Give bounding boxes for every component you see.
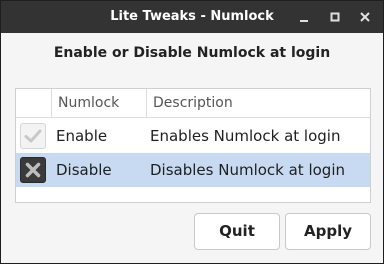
quit-button[interactable]: Quit: [194, 213, 280, 250]
titlebar[interactable]: Lite Tweaks - Numlock: [1, 1, 383, 33]
row-name: Enable: [56, 127, 108, 145]
column-header-numlock[interactable]: Numlock: [52, 89, 147, 117]
apply-button[interactable]: Apply: [285, 213, 371, 250]
list-row-enable[interactable]: Enable Enables Numlock at login: [16, 119, 370, 153]
check-icon: [20, 123, 46, 149]
list-row-disable[interactable]: Disable Disables Numlock at login: [16, 153, 370, 187]
maximize-icon[interactable]: [325, 7, 345, 27]
close-icon[interactable]: [355, 7, 375, 27]
row-description: Enables Numlock at login: [150, 127, 341, 145]
app-window: Lite Tweaks - Numlock Enable or Disable …: [0, 0, 384, 264]
column-header-description[interactable]: Description: [147, 89, 370, 117]
list-header: Numlock Description: [16, 89, 370, 118]
minimize-icon[interactable]: [294, 7, 314, 27]
row-description: Disables Numlock at login: [150, 161, 345, 179]
numlock-list[interactable]: Numlock Description Enable Enables Numlo…: [15, 88, 371, 203]
x-icon: [20, 157, 46, 183]
column-header-icon[interactable]: [16, 89, 52, 117]
page-heading: Enable or Disable Numlock at login: [53, 45, 331, 61]
row-name: Disable: [56, 161, 112, 179]
